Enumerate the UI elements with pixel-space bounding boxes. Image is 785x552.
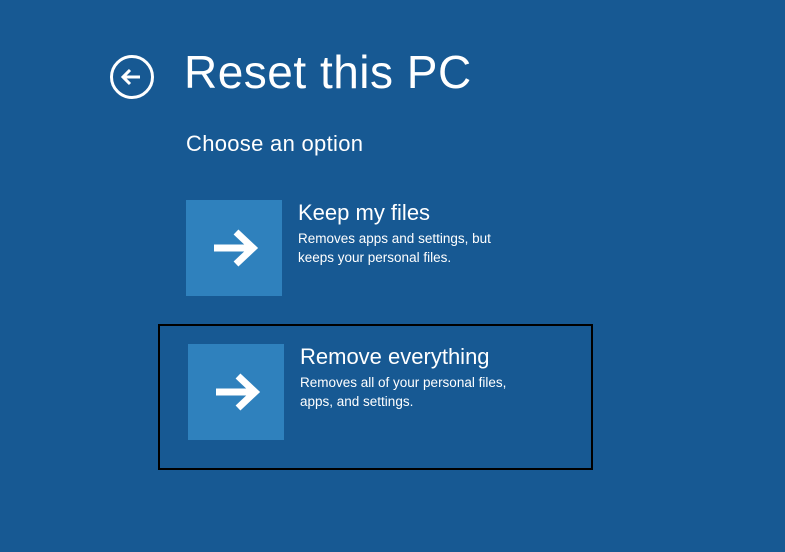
option-keep-my-files[interactable]: Keep my files Removes apps and settings,… — [186, 200, 565, 296]
subtitle: Choose an option — [186, 131, 785, 157]
option-description: Removes all of your personal files, apps… — [300, 374, 530, 410]
option-text: Remove everything Removes all of your pe… — [300, 344, 530, 411]
option-wrapper-highlighted: Remove everything Removes all of your pe… — [158, 324, 593, 470]
option-title: Remove everything — [300, 344, 530, 370]
option-remove-everything[interactable]: Remove everything Removes all of your pe… — [188, 344, 563, 440]
options-list: Keep my files Removes apps and settings,… — [158, 182, 785, 470]
option-description: Removes apps and settings, but keeps you… — [298, 230, 528, 266]
page-title: Reset this PC — [184, 45, 472, 99]
option-tile — [188, 344, 284, 440]
header: Reset this PC — [0, 0, 785, 99]
option-wrapper: Keep my files Removes apps and settings,… — [158, 182, 593, 324]
option-tile — [186, 200, 282, 296]
arrow-right-icon — [210, 366, 262, 418]
arrow-left-icon — [120, 65, 144, 89]
arrow-right-icon — [208, 222, 260, 274]
option-text: Keep my files Removes apps and settings,… — [298, 200, 528, 267]
option-title: Keep my files — [298, 200, 528, 226]
back-button[interactable] — [110, 55, 154, 99]
